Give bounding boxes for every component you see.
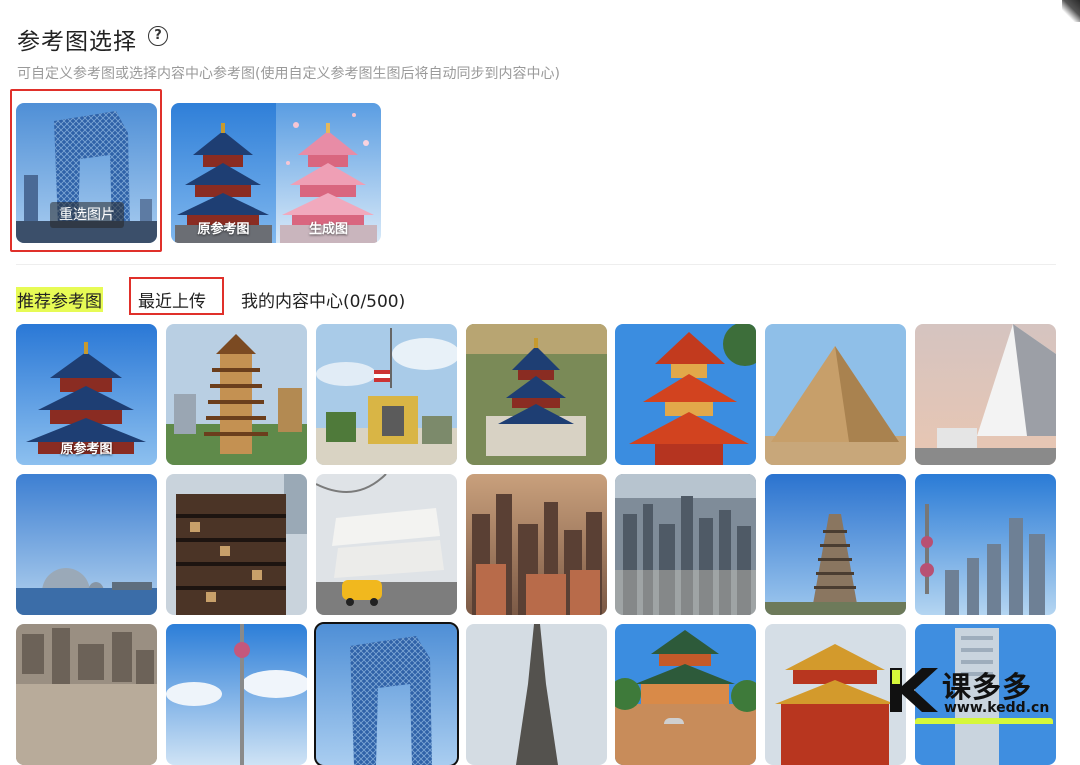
eiffel-tower-image bbox=[466, 624, 607, 765]
generated-image-label: 生成图 bbox=[308, 222, 348, 237]
grid-tile-white-church[interactable] bbox=[915, 324, 1056, 465]
pyramid-image bbox=[765, 324, 906, 465]
grid-tile-shanghai-skyline[interactable] bbox=[915, 474, 1056, 615]
kedd-watermark: 课多多 www.kedd.cn bbox=[886, 662, 1076, 720]
tab-my-content-center[interactable]: 我的内容中心(0/500) bbox=[241, 287, 405, 312]
highlight-box-recent-uploads bbox=[129, 277, 224, 315]
pagoda-tower-image bbox=[166, 324, 307, 465]
scroll-indicator bbox=[664, 718, 684, 724]
opera-house-dome-image bbox=[16, 474, 157, 615]
comparison-card[interactable]: 原参考图 生成图 bbox=[171, 103, 381, 243]
city-skyline-dusk-image bbox=[466, 474, 607, 615]
grid-tile-chongqing-building[interactable] bbox=[166, 474, 307, 615]
cctv-building-grid-image bbox=[316, 624, 457, 765]
pearl-tower-image bbox=[166, 624, 307, 765]
chongqing-building-image bbox=[166, 474, 307, 615]
grid-tile-city-aerial[interactable] bbox=[16, 624, 157, 765]
subtitle: 可自定义参考图或选择内容中心参考图(使用自定义参考图生图后将自动同步到内容中心) bbox=[17, 66, 560, 82]
manhattan-aerial-image bbox=[615, 474, 756, 615]
section-divider bbox=[16, 264, 1056, 265]
chinese-pavilion-image bbox=[615, 624, 756, 765]
generated-image-half: 生成图 bbox=[276, 103, 381, 243]
grid-tile-wild-goose-pagoda[interactable] bbox=[765, 474, 906, 615]
temple-of-heaven-aerial-image bbox=[466, 324, 607, 465]
city-aerial-image bbox=[16, 624, 157, 765]
kedd-logo-icon bbox=[890, 668, 938, 712]
grid-tile-red-pagoda[interactable] bbox=[615, 324, 756, 465]
original-reference-label: 原参考图 bbox=[197, 222, 250, 237]
grid-tile-thai-monument[interactable] bbox=[316, 324, 457, 465]
grid-tile-opera-house-dome[interactable] bbox=[16, 474, 157, 615]
guggenheim-museum-image bbox=[316, 474, 457, 615]
page-title: 参考图选择 bbox=[17, 29, 137, 55]
wild-goose-pagoda-image bbox=[765, 474, 906, 615]
grid-tile-pearl-tower[interactable] bbox=[166, 624, 307, 765]
white-church-image bbox=[915, 324, 1056, 465]
grid-tile-temple-of-heaven[interactable]: 原参考图 bbox=[16, 324, 157, 465]
original-reference-half: 原参考图 bbox=[171, 103, 276, 243]
red-pagoda-image bbox=[615, 324, 756, 465]
grid-tile-cctv-building[interactable] bbox=[314, 622, 459, 765]
grid-tile-temple-of-heaven-aerial[interactable] bbox=[466, 324, 607, 465]
grid-tile-guggenheim-museum[interactable] bbox=[316, 474, 457, 615]
shanghai-skyline-image bbox=[915, 474, 1056, 615]
thai-monument-image bbox=[316, 324, 457, 465]
grid-tile-chinese-pavilion[interactable] bbox=[615, 624, 756, 765]
grid-tile-pagoda-tower[interactable] bbox=[166, 324, 307, 465]
grid-tile-pyramid[interactable] bbox=[765, 324, 906, 465]
grid-tile-manhattan-aerial[interactable] bbox=[615, 474, 756, 615]
grid-tile-city-skyline-dusk[interactable] bbox=[466, 474, 607, 615]
tab-recommended-references[interactable]: 推荐参考图 bbox=[16, 287, 103, 312]
window-corner-shadow bbox=[1062, 0, 1080, 22]
grid-tile-eiffel-tower[interactable] bbox=[466, 624, 607, 765]
original-reference-tile-label: 原参考图 bbox=[60, 442, 113, 457]
reference-picker-panel: 参考图选择 ? 可自定义参考图或选择内容中心参考图(使用自定义参考图生图后将自动… bbox=[0, 0, 1080, 765]
highlight-box-custom-reference bbox=[10, 89, 162, 252]
grid-tile-forbidden-city-gate[interactable] bbox=[765, 624, 906, 765]
forbidden-city-gate-image bbox=[765, 624, 906, 765]
watermark-url: www.kedd.cn bbox=[944, 700, 1050, 716]
help-icon[interactable]: ? bbox=[148, 26, 168, 46]
